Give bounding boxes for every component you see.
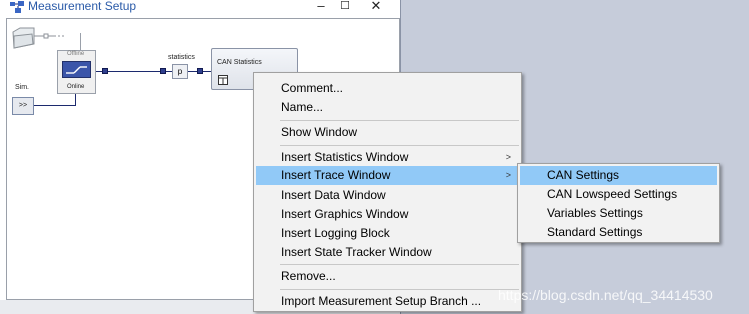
main-bus-line-1 [96, 71, 184, 72]
submenu-item-standard-settings[interactable]: Standard Settings [520, 223, 717, 242]
menu-item-insert-statistics-window[interactable]: Insert Statistics Window > [256, 148, 519, 167]
submenu-arrow-icon: > [505, 152, 511, 162]
menu-separator [280, 120, 519, 121]
menu-item-insert-state-tracker-window[interactable]: Insert State Tracker Window [256, 243, 519, 262]
menu-item-insert-graphics-window[interactable]: Insert Graphics Window [256, 205, 519, 224]
statistics-window-icon [218, 75, 228, 85]
menu-item-label: Name... [281, 100, 324, 114]
menu-item-label: Comment... [281, 81, 344, 95]
node-square[interactable] [197, 68, 203, 74]
offline-connector [80, 33, 81, 50]
menu-separator [280, 264, 519, 265]
online-label: Online [67, 84, 85, 90]
sim-connector-v [75, 94, 76, 106]
menu-item-label: Insert Data Window [281, 188, 386, 202]
menu-item-remove[interactable]: Remove... [256, 267, 519, 286]
menu-item-label: Insert State Tracker Window [281, 245, 432, 259]
submenu-arrow-icon: > [505, 170, 511, 180]
statistics-label: statistics [168, 54, 195, 61]
menu-separator [280, 145, 519, 146]
minimize-button[interactable]: – [309, 0, 333, 15]
menu-item-label: Insert Trace Window [281, 168, 391, 182]
menu-item-label: Insert Statistics Window [281, 150, 409, 164]
switch-icon [62, 61, 91, 78]
submenu-item-can-settings[interactable]: CAN Settings [520, 166, 717, 185]
menu-item-insert-trace-window[interactable]: Insert Trace Window > [256, 166, 519, 185]
watermark-text: https://blog.csdn.net/qq_34414530 [498, 287, 713, 303]
menu-item-label: Insert Logging Block [281, 226, 390, 240]
menu-item-insert-logging-block[interactable]: Insert Logging Block [256, 224, 519, 243]
offline-label: Offline [67, 51, 85, 57]
sim-label: Sim. [15, 84, 29, 91]
switch-glyph-icon [66, 66, 87, 74]
node-square[interactable] [160, 68, 166, 74]
close-button[interactable]: ✕ [364, 0, 388, 15]
menu-item-comment[interactable]: Comment... [256, 79, 519, 98]
menu-item-label: Show Window [281, 125, 358, 139]
can-statistics-label: CAN Statistics [217, 59, 262, 66]
p-filter-block[interactable]: p [172, 64, 188, 79]
trace-window-submenu: CAN Settings CAN Lowspeed Settings Varia… [517, 163, 720, 243]
menu-item-label: Remove... [281, 269, 336, 283]
maximize-button[interactable]: ☐ [333, 0, 357, 15]
submenu-item-can-lowspeed-settings[interactable]: CAN Lowspeed Settings [520, 185, 717, 204]
node-square[interactable] [102, 68, 108, 74]
measurement-setup-icon [10, 1, 24, 13]
menu-item-name[interactable]: Name... [256, 98, 519, 117]
title-bar[interactable]: Measurement Setup – ☐ ✕ [0, 0, 400, 18]
source-folder-icon[interactable] [10, 26, 70, 52]
menu-separator [280, 289, 519, 290]
menu-item-import-measurement-setup-branch[interactable]: Import Measurement Setup Branch ... [256, 292, 519, 311]
menu-item-show-window[interactable]: Show Window [256, 123, 519, 142]
menu-item-label: Import Measurement Setup Branch ... [281, 294, 482, 308]
menu-item-insert-data-window[interactable]: Insert Data Window [256, 186, 519, 205]
sim-connector-h [34, 105, 75, 106]
submenu-item-variables-settings[interactable]: Variables Settings [520, 204, 717, 223]
context-menu: Comment... Name... Show Window Insert St… [253, 72, 522, 312]
menu-item-label: Insert Graphics Window [281, 207, 409, 221]
window-title: Measurement Setup [28, 0, 137, 13]
sim-button[interactable]: >> [12, 97, 34, 115]
